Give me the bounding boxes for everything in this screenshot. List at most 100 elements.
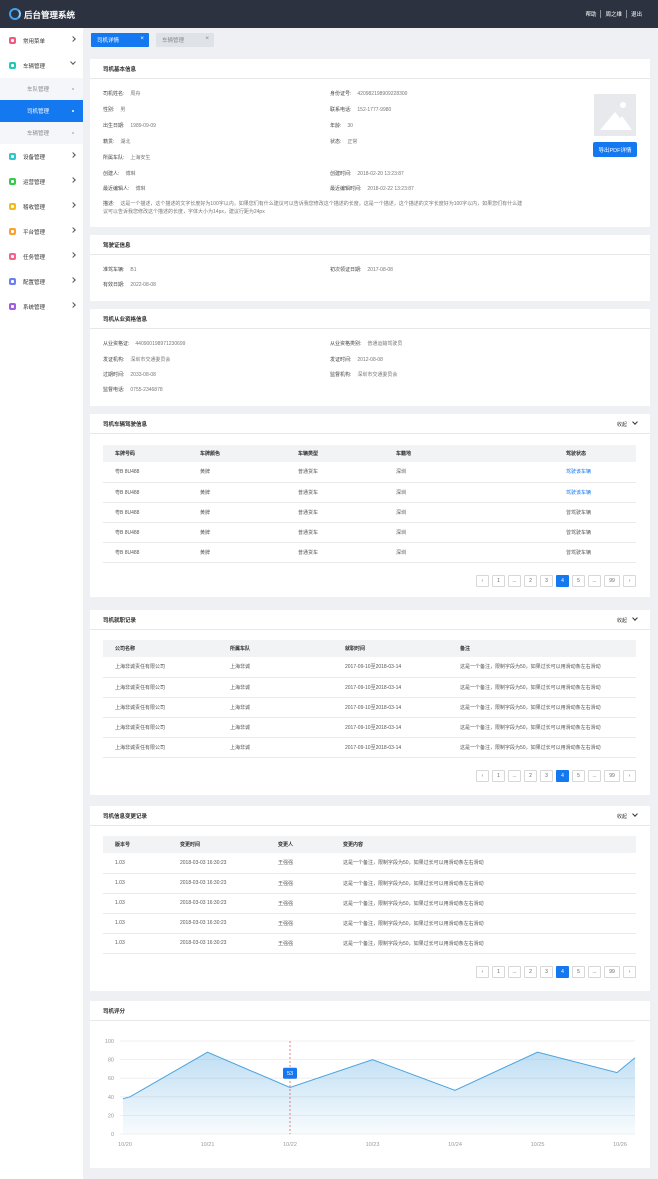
collapse-label: 收起 <box>616 618 627 624</box>
page-button[interactable]: 3 <box>540 966 553 978</box>
kv-driver-name: 司机姓名: 周舟 <box>103 91 141 97</box>
panel-title: 司机从业资格信息 <box>90 309 650 329</box>
menu-icon <box>9 37 16 44</box>
kv-valid-date: 有效日期: 2022-08-08 <box>103 282 156 288</box>
next-page-button[interactable]: › <box>623 966 636 978</box>
close-icon[interactable]: × <box>140 35 144 42</box>
panel-title: 司机评分 <box>90 1001 650 1021</box>
prev-page-button[interactable]: ‹ <box>476 575 489 587</box>
collapse-toggle[interactable]: 收起 <box>617 419 638 428</box>
kv-issuer: 发证机构: 深圳市交通委员会 <box>103 357 171 363</box>
page-button-current[interactable]: 4 <box>556 966 569 978</box>
sidebar-item-vehicles[interactable]: 车辆管理 <box>0 53 83 78</box>
chevron-down-icon <box>632 615 638 621</box>
export-pdf-button[interactable]: 导出PDF详情 <box>593 142 637 157</box>
next-page-button[interactable]: › <box>623 575 636 587</box>
sidebar-item-system[interactable]: 系统管理 <box>0 294 83 319</box>
next-page-button[interactable]: › <box>623 770 636 782</box>
page-button[interactable]: 2 <box>524 966 537 978</box>
tab-label: 车辆管理 <box>162 38 185 44</box>
page-button[interactable]: 2 <box>524 770 537 782</box>
app-title: 后台管理系统 <box>24 10 76 20</box>
sidebar-item-tasks[interactable]: 任务管理 <box>0 244 83 269</box>
kv-supervisor: 监督机构: 深圳市交通委员会 <box>330 372 398 378</box>
page-button[interactable]: 3 <box>540 770 553 782</box>
sidebar-item-config[interactable]: 配置管理 <box>0 269 83 294</box>
y-tick-label: 60 <box>108 1076 114 1082</box>
sidebar-item-platform[interactable]: 平台管理 <box>0 219 83 244</box>
collapse-toggle[interactable]: 收起 <box>617 811 638 820</box>
page-ellipsis[interactable]: ... <box>508 770 521 782</box>
panel-title: 司机信息变更记录 <box>90 806 650 826</box>
prev-page-button[interactable]: ‹ <box>476 770 489 782</box>
sidebar-subitem-label: 车辆管理 <box>27 131 50 137</box>
close-icon[interactable]: × <box>205 35 209 42</box>
page-button[interactable]: 1 <box>492 966 505 978</box>
col-header: 变更人 <box>266 836 331 853</box>
page-button[interactable]: 5 <box>572 966 585 978</box>
prev-page-button[interactable]: ‹ <box>476 966 489 978</box>
table-row: 1.03 2018-03-03 16:30:23 王强强 这是一个备注，限制字段为50… <box>103 893 636 914</box>
page-button[interactable]: 1 <box>492 770 505 782</box>
logout-link[interactable]: 退出 <box>625 10 646 18</box>
chevron-right-icon <box>70 252 76 258</box>
table-row: 上海非诚责任有限公司 上海非诚 2017-09-10至2018-03-14 这是一个备… <box>103 737 636 758</box>
page-button-current[interactable]: 4 <box>556 770 569 782</box>
drive-status-link[interactable]: 驾驶该车辆 <box>554 462 636 483</box>
table-header-row: 车牌号码 车牌颜色 车辆类型 车籍地 驾驶状态 <box>103 445 636 462</box>
table-row: 1.03 2018-03-03 16:30:23 王强强 这是一个备注，限制字段为50… <box>103 873 636 894</box>
drive-status-link[interactable]: 驾驶该车辆 <box>554 482 636 503</box>
table-row: 粤B 8U488 黄牌 普通货车 深圳 驾驶该车辆 <box>103 462 636 483</box>
tab-driver-detail[interactable]: 司机详情 × <box>91 33 149 47</box>
kv-description: 描述: 这是一个描述，这个描述的文字长度好为100字以内，如果您们有什么建议可以告… <box>103 201 523 215</box>
page-ellipsis[interactable]: ... <box>508 966 521 978</box>
kv-editor: 最近编辑人: 博琳 <box>103 186 146 192</box>
tasks-icon <box>9 253 16 260</box>
page-button[interactable]: 3 <box>540 575 553 587</box>
sidebar-subitem-vehicle-mgmt[interactable]: 车辆管理 <box>0 122 83 144</box>
page-button[interactable]: 5 <box>572 575 585 587</box>
employment-table: 公司名称 所属车队 就职时间 备注 上海非诚责任有限公司 上海非诚 2017-09-… <box>103 640 636 758</box>
x-tick-label: 10/22 <box>283 1142 297 1148</box>
y-tick-label: 0 <box>111 1132 114 1138</box>
x-tick-label: 10/26 <box>613 1142 627 1148</box>
sidebar-item-collections[interactable]: 稽收管理 <box>0 194 83 219</box>
help-link[interactable]: 帮助 <box>581 10 600 18</box>
x-tick-label: 10/23 <box>366 1142 380 1148</box>
collapse-toggle[interactable]: 收起 <box>616 615 638 624</box>
panel-title: 司机车辆驾驶信息 <box>90 414 650 434</box>
kv-birthdate: 出生日期: 1989-09-09 <box>103 123 156 129</box>
chevron-right-icon <box>70 277 76 283</box>
x-tick-label: 10/25 <box>531 1142 545 1148</box>
page-button[interactable]: 5 <box>572 770 585 782</box>
col-header: 版本号 <box>103 836 168 853</box>
sidebar-item-devices[interactable]: 设备管理 <box>0 144 83 169</box>
page-button[interactable]: 99 <box>604 966 620 978</box>
sidebar-item-operations[interactable]: 运营管理 <box>0 169 83 194</box>
page-ellipsis[interactable]: ... <box>588 966 601 978</box>
sidebar-subitem-drivers[interactable]: 司机管理 <box>0 100 83 122</box>
sidebar-item-common[interactable]: 常用菜单 <box>0 28 83 53</box>
page-ellipsis[interactable]: ... <box>588 575 601 587</box>
page-button[interactable]: 99 <box>604 770 620 782</box>
y-tick-label: 20 <box>108 1113 114 1119</box>
col-header: 变更时间 <box>168 836 266 853</box>
page-button[interactable]: 1 <box>492 575 505 587</box>
page-ellipsis[interactable]: ... <box>508 575 521 587</box>
config-icon <box>9 278 16 285</box>
x-tick-label: 10/24 <box>448 1142 462 1148</box>
tab-vehicle-mgmt[interactable]: 车辆管理 × <box>156 33 214 47</box>
page-button-current[interactable]: 4 <box>556 575 569 587</box>
kv-id-number: 身份证号: 420982198909228300 <box>330 91 408 97</box>
series-area <box>123 1052 635 1134</box>
panel-title: 司机就职记录 <box>90 610 650 630</box>
user-name-link[interactable]: 周之维 <box>600 10 626 18</box>
sidebar-subitem-fleet[interactable]: 车队管理 <box>0 78 83 100</box>
chevron-down-icon <box>70 59 76 65</box>
dot-icon <box>72 132 74 134</box>
page-button[interactable]: 99 <box>604 575 620 587</box>
sidebar-item-label: 任务管理 <box>23 254 46 261</box>
page-ellipsis[interactable]: ... <box>588 770 601 782</box>
kv-expire-date: 过期时间: 2033-08-08 <box>103 372 156 378</box>
page-button[interactable]: 2 <box>524 575 537 587</box>
